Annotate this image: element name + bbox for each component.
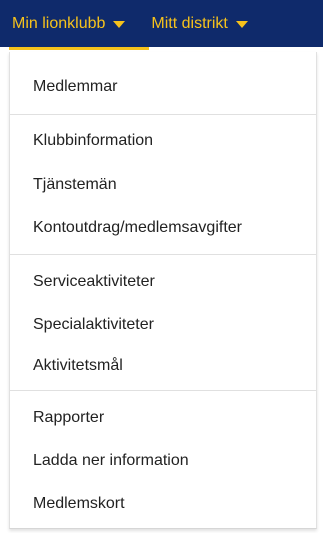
menu-item-kontoutdrag[interactable]: Kontoutdrag/medlemsavgifter	[33, 219, 242, 237]
caret-down-icon	[235, 21, 248, 28]
caret-down-icon	[113, 21, 126, 28]
menu-divider	[10, 114, 316, 115]
nav-mitt-distrikt-label: Mitt distrikt	[151, 14, 228, 32]
nav-min-lionklubb-label: Min lionklubb	[12, 14, 106, 32]
menu-item-rapporter[interactable]: Rapporter	[33, 409, 104, 427]
menu-item-serviceaktiviteter[interactable]: Serviceaktiviteter	[33, 273, 155, 291]
menu-item-medlemmar[interactable]: Medlemmar	[33, 78, 117, 96]
top-navbar: Min lionklubb Mitt distrikt	[0, 0, 323, 57]
nav-min-lionklubb[interactable]: Min lionklubb	[0, 0, 126, 47]
menu-divider	[10, 254, 316, 255]
menu-divider	[10, 390, 316, 391]
navbar-bar: Min lionklubb Mitt distrikt	[0, 0, 323, 47]
menu-item-klubbinformation[interactable]: Klubbinformation	[33, 132, 153, 150]
menu-item-specialaktiviteter[interactable]: Specialaktiviteter	[33, 316, 154, 334]
active-nav-underline	[9, 47, 149, 50]
dropdown-menu-min-lionklubb: Medlemmar Klubbinformation Tjänstemän Ko…	[9, 52, 317, 529]
menu-item-aktivitetsmal[interactable]: Aktivitetsmål	[33, 357, 123, 375]
menu-item-medlemskort[interactable]: Medlemskort	[33, 495, 125, 513]
menu-item-tjanstemen[interactable]: Tjänstemän	[33, 176, 117, 194]
nav-mitt-distrikt[interactable]: Mitt distrikt	[151, 0, 248, 47]
menu-item-ladda-ner-information[interactable]: Ladda ner information	[33, 452, 189, 470]
